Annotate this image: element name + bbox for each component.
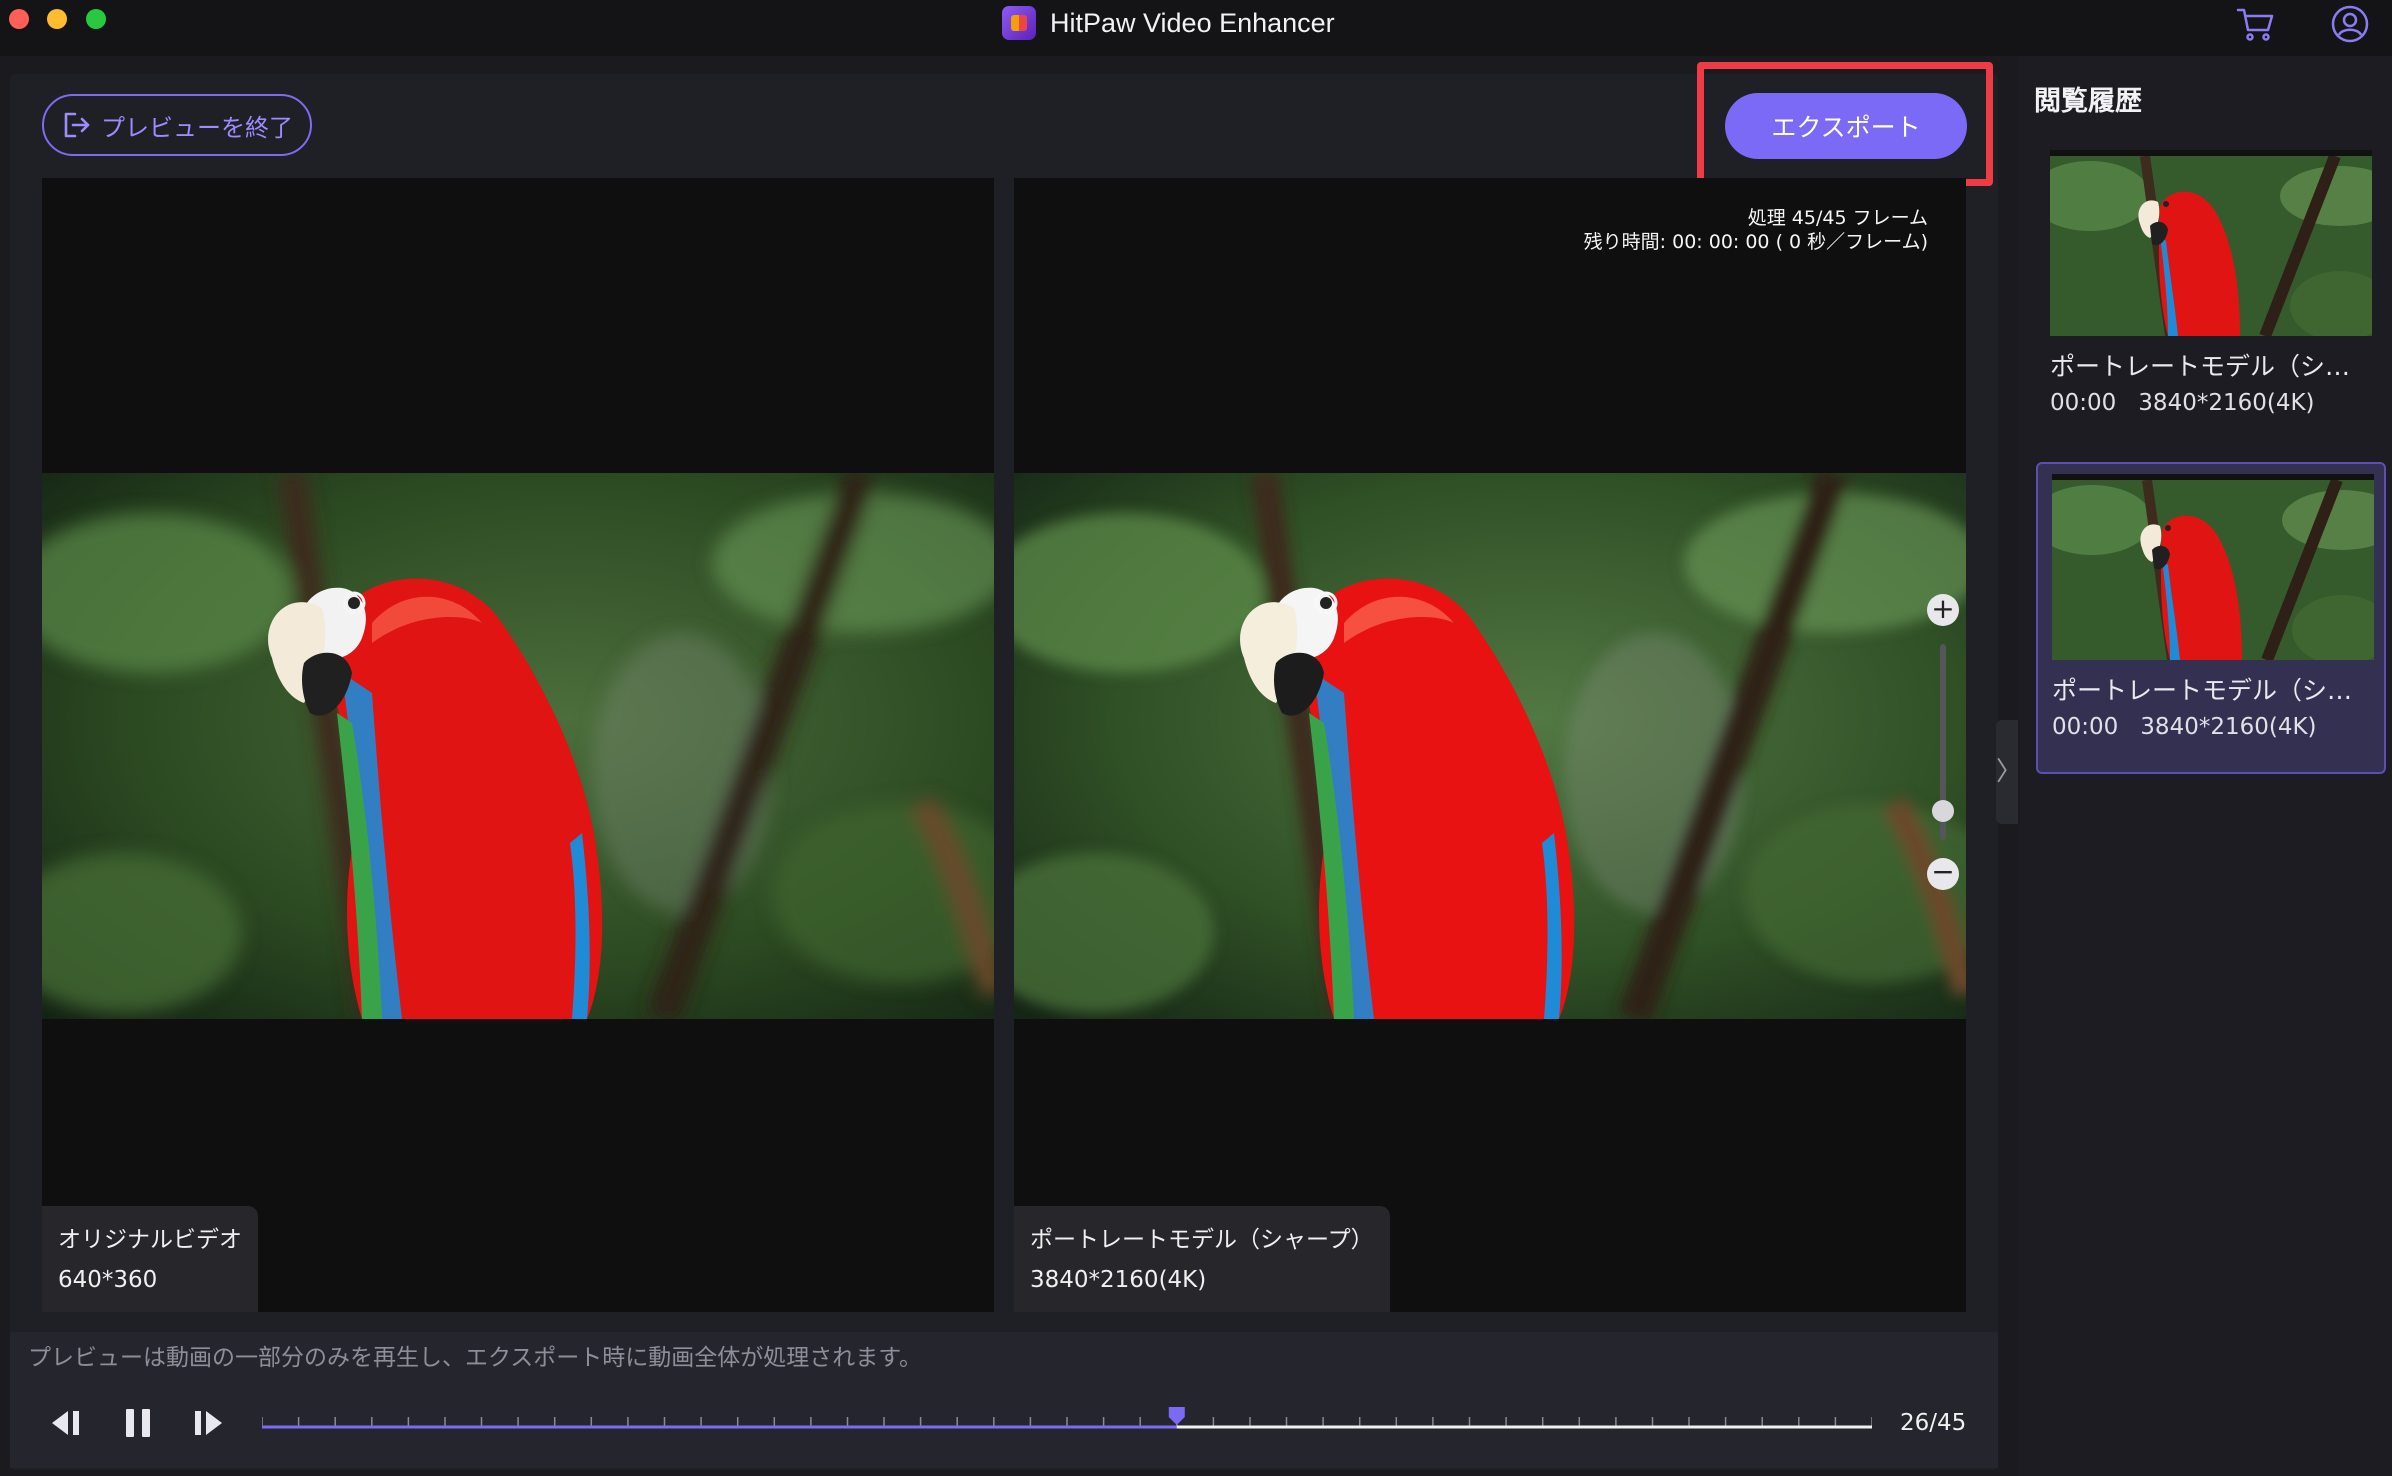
original-video-resolution: 640*360	[58, 1267, 158, 1293]
original-video-frame	[42, 473, 994, 1019]
window-maximize-button[interactable]	[86, 9, 106, 29]
enhanced-video-resolution: 3840*2160(4K)	[1030, 1267, 1207, 1293]
history-item-meta: 00:00 3840*2160(4K)	[2050, 388, 2337, 418]
sidebar-collapse-button[interactable]: 〉	[1996, 720, 2022, 824]
sidebar-title: 閲覧履歴	[2034, 86, 2142, 117]
history-item-name: ポートレートモデル（シャ…	[2050, 352, 2372, 381]
history-item-duration: 00:00	[2050, 390, 2117, 416]
account-icon[interactable]	[2330, 4, 2370, 44]
timeline-playhead[interactable]	[1168, 1407, 1185, 1425]
history-thumbnail	[2052, 474, 2374, 660]
history-item-selected[interactable]: ポートレートモデル（シャ… 00:00 3840*2160(4K)	[2036, 462, 2386, 774]
original-video-pane: オリジナルビデオ 640*360	[42, 178, 994, 1312]
window-close-button[interactable]	[9, 9, 29, 29]
history-item-meta: 00:00 3840*2160(4K)	[2052, 712, 2339, 742]
zoom-in-button[interactable]: +	[1927, 594, 1959, 626]
export-button[interactable]: エクスポート	[1725, 93, 1967, 159]
next-frame-button[interactable]	[188, 1403, 228, 1443]
processing-progress: 処理 45/45 フレーム 残り時間: 00: 00: 00 ( 0 秒／フレー…	[1584, 206, 1928, 254]
enhanced-video-frame	[1014, 473, 1966, 1019]
app-logo	[1002, 6, 1036, 40]
exit-preview-label: プレビューを終了	[101, 113, 293, 142]
frame-counter: 26/45	[1900, 1410, 1967, 1436]
zoom-slider-thumb[interactable]	[1932, 799, 1954, 822]
enhanced-model-name: ポートレートモデル（シャープ）	[1030, 1227, 1374, 1253]
prev-frame-icon	[52, 1411, 79, 1435]
window-minimize-button[interactable]	[47, 9, 67, 29]
prev-frame-button[interactable]	[46, 1403, 86, 1443]
exit-icon	[64, 112, 90, 138]
cart-icon[interactable]	[2236, 6, 2276, 42]
timeline-scrubber[interactable]	[262, 1405, 1872, 1441]
app-title: HitPaw Video Enhancer	[1050, 8, 1335, 38]
pause-button[interactable]	[118, 1403, 158, 1443]
pause-icon	[126, 1409, 150, 1437]
history-item[interactable]: ポートレートモデル（シャ… 00:00 3840*2160(4K)	[2036, 150, 2386, 440]
history-item-resolution: 3840*2160(4K)	[2140, 714, 2317, 740]
history-item-name: ポートレートモデル（シャ…	[2052, 676, 2374, 705]
preview-note: プレビューは動画の一部分のみを再生し、エクスポート時に動画全体が処理されます。	[28, 1345, 923, 1371]
history-item-duration: 00:00	[2052, 714, 2119, 740]
enhanced-video-pane: 処理 45/45 フレーム 残り時間: 00: 00: 00 ( 0 秒／フレー…	[1014, 178, 1966, 1312]
zoom-out-button[interactable]: −	[1927, 858, 1959, 890]
processed-frames-text: 処理 45/45 フレーム	[1747, 207, 1928, 229]
original-video-name: オリジナルビデオ	[58, 1227, 242, 1253]
remaining-time-text: 残り時間: 00: 00: 00 ( 0 秒／フレーム)	[1583, 231, 1928, 253]
history-thumbnail	[2050, 150, 2372, 336]
history-item-resolution: 3840*2160(4K)	[2138, 390, 2315, 416]
original-video-label: オリジナルビデオ 640*360	[42, 1206, 258, 1312]
exit-preview-button[interactable]: プレビューを終了	[42, 94, 312, 156]
next-frame-icon	[195, 1411, 222, 1435]
enhanced-video-label: ポートレートモデル（シャープ） 3840*2160(4K)	[1014, 1206, 1390, 1312]
